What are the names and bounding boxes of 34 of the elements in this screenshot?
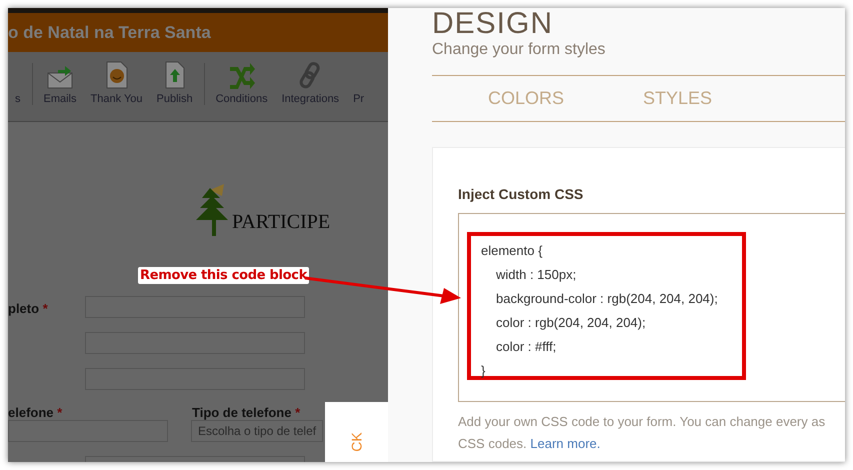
code-line: color : rgb(204, 204, 204); <box>495 315 647 332</box>
dropdown-field[interactable]: Escolha o tipo de telef <box>191 420 323 442</box>
field-label: Tipo de telefone * <box>192 405 300 420</box>
form-title: o de Natal na Terra Santa <box>8 22 211 42</box>
side-tab[interactable]: CK <box>325 402 388 462</box>
toolbar-button[interactable]: Thank You <box>84 61 150 105</box>
toolbar-button[interactable]: Conditions <box>208 63 275 105</box>
field-label: pleto * <box>8 301 48 316</box>
toolbar-button[interactable]: Integrations <box>274 61 346 105</box>
code-line: background-color : rgb(204, 204, 204); <box>495 291 719 308</box>
toolbar-button[interactable]: s <box>8 93 28 105</box>
crossed-arrows-icon <box>228 63 256 89</box>
envelope-icon <box>46 65 74 89</box>
tab[interactable]: STYLES <box>643 88 712 109</box>
panel-subtitle: Change your form styles <box>432 41 606 59</box>
learn-more-link[interactable]: Learn more. <box>530 436 600 451</box>
smiley-document-icon <box>106 61 128 89</box>
annotation-text: Remove this code block <box>138 267 310 284</box>
panel-title: DESIGN <box>432 8 554 40</box>
css-editor[interactable]: elemento { width : 150px; background-color : rgb(204, 204, 204); color : rgb(204, 204, 204); color : #fff; } <box>458 213 845 402</box>
toolbar-button[interactable]: Publish <box>150 61 200 105</box>
code-line: } <box>481 363 486 380</box>
tab[interactable]: COLORS <box>488 88 564 109</box>
toolbar-button[interactable]: Pr <box>346 93 372 105</box>
input-field[interactable] <box>8 420 168 442</box>
code-line: elemento { <box>481 243 544 260</box>
code-line: width : 150px; <box>495 267 578 284</box>
help-text: Add your own CSS code to your form. You can change every as CSS codes. Learn more. <box>458 413 826 453</box>
code-line: color : #fff; <box>495 339 558 356</box>
toolbar-button[interactable]: Emails <box>36 65 84 105</box>
logo-text: PARTICIPE <box>232 211 330 234</box>
field-label: Inject Custom CSS <box>458 186 584 202</box>
upload-document-icon <box>164 61 185 89</box>
field-label: elefone * <box>8 405 62 420</box>
